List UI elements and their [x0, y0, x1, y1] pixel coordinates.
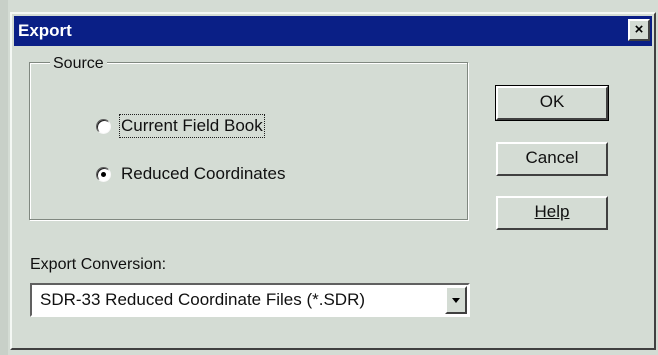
dropdown-button[interactable]	[445, 286, 467, 314]
export-conversion-select[interactable]: SDR-33 Reduced Coordinate Files (*.SDR)	[30, 283, 470, 317]
title-bar[interactable]: Export ×	[14, 16, 652, 46]
close-button[interactable]: ×	[628, 19, 650, 41]
export-conversion-value: SDR-33 Reduced Coordinate Files (*.SDR)	[40, 290, 366, 309]
source-groupbox	[29, 62, 468, 220]
dialog-title: Export	[18, 21, 72, 40]
export-conversion-label: Export Conversion:	[30, 256, 167, 273]
help-button-label: Help	[534, 202, 570, 221]
help-button[interactable]: Help	[496, 196, 608, 230]
cancel-button[interactable]: Cancel	[496, 142, 608, 176]
radio-label-reduced-coordinates[interactable]: Reduced Coordinates	[120, 163, 286, 185]
radio-button-selected[interactable]	[96, 167, 111, 182]
close-icon: ×	[634, 21, 644, 38]
radio-selected-dot	[101, 172, 106, 177]
radio-label-current-field-book[interactable]: Current Field Book	[119, 114, 265, 138]
source-group-label: Source	[50, 55, 107, 73]
radio-button-unselected[interactable]	[96, 119, 111, 134]
background-window-edge	[0, 0, 8, 355]
chevron-down-icon	[452, 298, 460, 303]
ok-button[interactable]: OK	[495, 85, 609, 121]
